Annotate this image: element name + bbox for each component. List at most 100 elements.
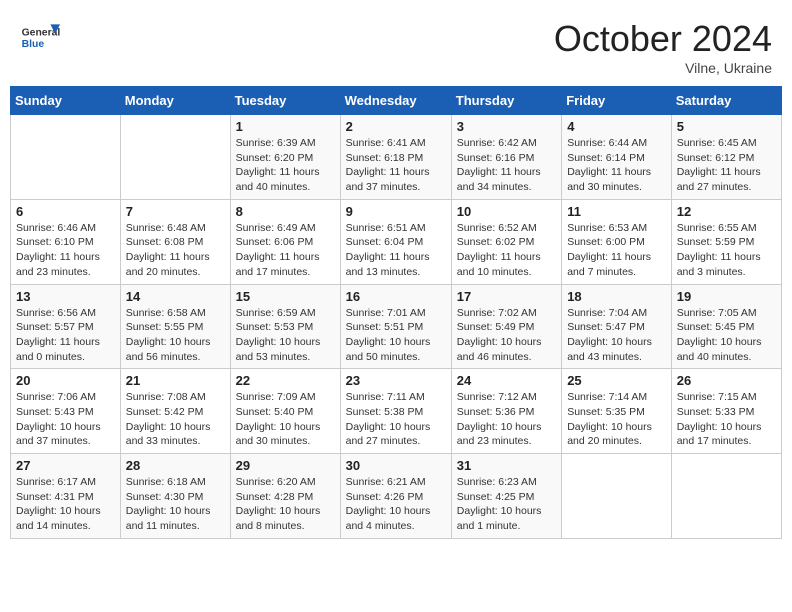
day-detail: Sunrise: 7:08 AMSunset: 5:42 PMDaylight:… (126, 390, 225, 449)
calendar-day-cell (562, 454, 672, 539)
month-title: October 2024 (554, 18, 772, 60)
day-number: 31 (457, 458, 556, 473)
day-number: 2 (346, 119, 446, 134)
calendar-week-row: 1Sunrise: 6:39 AMSunset: 6:20 PMDaylight… (11, 115, 782, 200)
day-detail: Sunrise: 7:12 AMSunset: 5:36 PMDaylight:… (457, 390, 556, 449)
day-detail: Sunrise: 7:14 AMSunset: 5:35 PMDaylight:… (567, 390, 666, 449)
day-number: 25 (567, 373, 666, 388)
calendar-day-cell (120, 115, 230, 200)
calendar-day-cell: 2 Sunrise: 6:41 AMSunset: 6:18 PMDaylight… (340, 115, 451, 200)
day-number: 19 (677, 289, 776, 304)
calendar-body: 1Sunrise: 6:39 AMSunset: 6:20 PMDaylight… (11, 115, 782, 539)
calendar-day-cell: 15 Sunrise: 6:59 AMSunset: 5:53 PMDayligh… (230, 284, 340, 369)
calendar-day-cell: 16 Sunrise: 7:01 AMSunset: 5:51 PMDayligh… (340, 284, 451, 369)
day-number: 27 (16, 458, 115, 473)
day-detail: Sunrise: 7:04 AMSunset: 5:47 PMDaylight:… (567, 306, 666, 365)
day-detail: Sunrise: 6:56 AMSunset: 5:57 PMDaylight:… (16, 306, 115, 365)
logo-icon: General Blue (20, 18, 60, 58)
calendar-table: SundayMondayTuesdayWednesdayThursdayFrid… (10, 86, 782, 539)
day-of-week-header: Tuesday (230, 87, 340, 115)
day-detail: Sunrise: 7:05 AMSunset: 5:45 PMDaylight:… (677, 306, 776, 365)
day-detail: Sunrise: 7:06 AMSunset: 5:43 PMDaylight:… (16, 390, 115, 449)
day-number: 10 (457, 204, 556, 219)
calendar-week-row: 27 Sunrise: 6:17 AMSunset: 4:31 PMDayligh… (11, 454, 782, 539)
calendar-day-cell: 25 Sunrise: 7:14 AMSunset: 5:35 PMDayligh… (562, 369, 672, 454)
day-number: 20 (16, 373, 115, 388)
day-detail: Sunrise: 7:02 AMSunset: 5:49 PMDaylight:… (457, 306, 556, 365)
calendar-header-row: SundayMondayTuesdayWednesdayThursdayFrid… (11, 87, 782, 115)
calendar-day-cell: 28Sunrise: 6:18 AMSunset: 4:30 PMDayligh… (120, 454, 230, 539)
day-number: 11 (567, 204, 666, 219)
day-number: 21 (126, 373, 225, 388)
day-detail: Sunrise: 6:17 AMSunset: 4:31 PMDaylight:… (16, 475, 115, 534)
day-detail: Sunrise: 6:48 AMSunset: 6:08 PMDaylight:… (126, 221, 225, 280)
day-number: 5 (677, 119, 776, 134)
calendar-day-cell: 27 Sunrise: 6:17 AMSunset: 4:31 PMDayligh… (11, 454, 121, 539)
calendar-week-row: 20 Sunrise: 7:06 AMSunset: 5:43 PMDayligh… (11, 369, 782, 454)
day-detail: Sunrise: 6:58 AMSunset: 5:55 PMDaylight:… (126, 306, 225, 365)
calendar-day-cell: 13Sunrise: 6:56 AMSunset: 5:57 PMDayligh… (11, 284, 121, 369)
calendar-day-cell (671, 454, 781, 539)
calendar-day-cell: 22 Sunrise: 7:09 AMSunset: 5:40 PMDayligh… (230, 369, 340, 454)
calendar-day-cell: 26 Sunrise: 7:15 AMSunset: 5:33 PMDayligh… (671, 369, 781, 454)
day-detail: Sunrise: 6:52 AMSunset: 6:02 PMDaylight:… (457, 221, 556, 280)
calendar-day-cell: 8Sunrise: 6:49 AMSunset: 6:06 PMDaylight… (230, 199, 340, 284)
day-of-week-header: Saturday (671, 87, 781, 115)
calendar-day-cell: 20 Sunrise: 7:06 AMSunset: 5:43 PMDayligh… (11, 369, 121, 454)
svg-text:Blue: Blue (22, 39, 45, 50)
day-detail: Sunrise: 6:45 AMSunset: 6:12 PMDaylight:… (677, 136, 776, 195)
calendar-day-cell: 31 Sunrise: 6:23 AMSunset: 4:25 PMDayligh… (451, 454, 561, 539)
day-detail: Sunrise: 6:46 AMSunset: 6:10 PMDaylight:… (16, 221, 115, 280)
day-number: 6 (16, 204, 115, 219)
calendar-day-cell: 21 Sunrise: 7:08 AMSunset: 5:42 PMDayligh… (120, 369, 230, 454)
day-detail: Sunrise: 7:01 AMSunset: 5:51 PMDaylight:… (346, 306, 446, 365)
calendar-week-row: 6 Sunrise: 6:46 AMSunset: 6:10 PMDaylight… (11, 199, 782, 284)
day-of-week-header: Friday (562, 87, 672, 115)
day-number: 18 (567, 289, 666, 304)
calendar-day-cell: 10 Sunrise: 6:52 AMSunset: 6:02 PMDayligh… (451, 199, 561, 284)
day-detail: Sunrise: 7:11 AMSunset: 5:38 PMDaylight:… (346, 390, 446, 449)
day-detail: Sunrise: 6:59 AMSunset: 5:53 PMDaylight:… (236, 306, 335, 365)
calendar-day-cell: 17 Sunrise: 7:02 AMSunset: 5:49 PMDayligh… (451, 284, 561, 369)
day-number: 26 (677, 373, 776, 388)
day-of-week-header: Thursday (451, 87, 561, 115)
page-header: General Blue October 2024 Vilne, Ukraine (10, 10, 782, 80)
calendar-day-cell: 4 Sunrise: 6:44 AMSunset: 6:14 PMDaylight… (562, 115, 672, 200)
day-number: 28 (126, 458, 225, 473)
day-number: 16 (346, 289, 446, 304)
day-number: 9 (346, 204, 446, 219)
day-detail: Sunrise: 6:41 AMSunset: 6:18 PMDaylight:… (346, 136, 446, 195)
day-detail: Sunrise: 6:21 AMSunset: 4:26 PMDaylight:… (346, 475, 446, 534)
calendar-day-cell: 11 Sunrise: 6:53 AMSunset: 6:00 PMDayligh… (562, 199, 672, 284)
day-number: 23 (346, 373, 446, 388)
day-number: 3 (457, 119, 556, 134)
calendar-day-cell: 6 Sunrise: 6:46 AMSunset: 6:10 PMDaylight… (11, 199, 121, 284)
day-detail: Sunrise: 6:44 AMSunset: 6:14 PMDaylight:… (567, 136, 666, 195)
day-number: 22 (236, 373, 335, 388)
day-detail: Sunrise: 6:53 AMSunset: 6:00 PMDaylight:… (567, 221, 666, 280)
day-number: 1 (236, 119, 335, 134)
calendar-day-cell: 5 Sunrise: 6:45 AMSunset: 6:12 PMDaylight… (671, 115, 781, 200)
day-number: 17 (457, 289, 556, 304)
calendar-day-cell: 29Sunrise: 6:20 AMSunset: 4:28 PMDayligh… (230, 454, 340, 539)
day-detail: Sunrise: 7:15 AMSunset: 5:33 PMDaylight:… (677, 390, 776, 449)
calendar-day-cell: 1Sunrise: 6:39 AMSunset: 6:20 PMDaylight… (230, 115, 340, 200)
day-number: 15 (236, 289, 335, 304)
day-detail: Sunrise: 6:49 AMSunset: 6:06 PMDaylight:… (236, 221, 335, 280)
calendar-day-cell (11, 115, 121, 200)
calendar-day-cell: 3Sunrise: 6:42 AMSunset: 6:16 PMDaylight… (451, 115, 561, 200)
calendar-day-cell: 19 Sunrise: 7:05 AMSunset: 5:45 PMDayligh… (671, 284, 781, 369)
day-number: 4 (567, 119, 666, 134)
location: Vilne, Ukraine (554, 60, 772, 76)
day-detail: Sunrise: 6:51 AMSunset: 6:04 PMDaylight:… (346, 221, 446, 280)
calendar-day-cell: 24 Sunrise: 7:12 AMSunset: 5:36 PMDayligh… (451, 369, 561, 454)
title-block: October 2024 Vilne, Ukraine (554, 18, 772, 76)
day-detail: Sunrise: 7:09 AMSunset: 5:40 PMDaylight:… (236, 390, 335, 449)
calendar-day-cell: 30Sunrise: 6:21 AMSunset: 4:26 PMDayligh… (340, 454, 451, 539)
day-number: 24 (457, 373, 556, 388)
day-of-week-header: Monday (120, 87, 230, 115)
day-detail: Sunrise: 6:20 AMSunset: 4:28 PMDaylight:… (236, 475, 335, 534)
day-of-week-header: Sunday (11, 87, 121, 115)
day-detail: Sunrise: 6:23 AMSunset: 4:25 PMDaylight:… (457, 475, 556, 534)
calendar-day-cell: 14Sunrise: 6:58 AMSunset: 5:55 PMDayligh… (120, 284, 230, 369)
